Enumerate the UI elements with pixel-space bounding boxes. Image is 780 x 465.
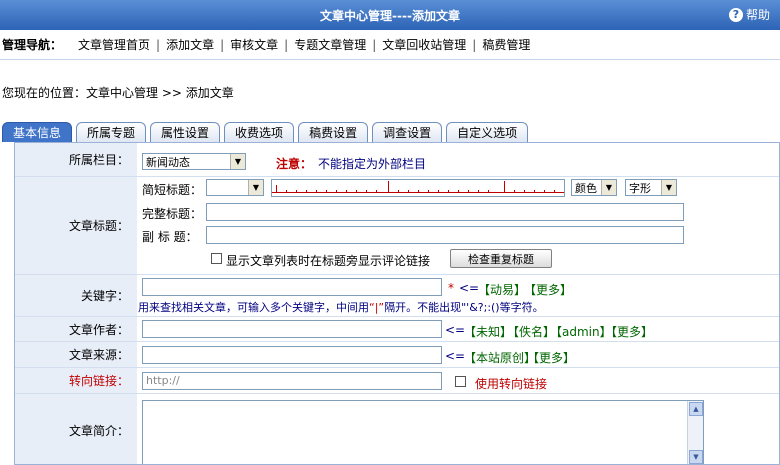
intro-scrollbar[interactable]: ▲ ▼ (687, 401, 703, 464)
author-input[interactable] (142, 320, 442, 338)
category-selected: 新闻动态 (146, 155, 190, 169)
category-select[interactable]: 新闻动态 ▼ (142, 153, 246, 170)
author-link-anonymous[interactable]: 【佚名】 (507, 323, 555, 340)
nav-item-payment[interactable]: 稿费管理 (476, 36, 536, 53)
intro-textarea[interactable]: ▲ ▼ (142, 400, 704, 464)
required-marker: * (448, 281, 454, 295)
title-color-select[interactable]: 颜色 ▼ (571, 179, 617, 196)
form-tabs: 基本信息 所属专题 属性设置 收费选项 稿费设置 调查设置 自定义选项 (2, 122, 529, 142)
category-label: 所属栏目： (15, 143, 137, 176)
keywords-hint: 用来查找相关文章，可输入多个关键字，中间用“|”隔开。不能出现"'&?;:()等… (138, 301, 544, 314)
author-link-admin[interactable]: 【admin】 (550, 323, 612, 340)
check-duplicate-title-button[interactable]: 检查重复标题 (450, 249, 552, 268)
scroll-up-icon[interactable]: ▲ (689, 402, 703, 416)
keyword-link-dongyi[interactable]: 【动易】 (478, 281, 526, 298)
help-link[interactable]: ? 帮助 (728, 6, 770, 23)
nav-label: 管理导航： (2, 38, 63, 52)
full-title-label: 完整标题： (142, 207, 203, 221)
category-row: 所属栏目： 新闻动态 ▼ 注意： 不能指定为外部栏目 (15, 143, 779, 177)
keywords-label: 关键字： (15, 275, 137, 316)
nav-item-add-article[interactable]: 添加文章 (160, 36, 220, 53)
help-label: 帮助 (745, 8, 770, 22)
source-arrow: <= (445, 349, 466, 363)
breadcrumb: 您现在的位置：文章中心管理 >> 添加文章 (2, 86, 234, 100)
author-link-unknown[interactable]: 【未知】 (464, 323, 512, 340)
chevron-down-icon: ▼ (661, 180, 676, 195)
title-label: 文章标题： (15, 177, 137, 274)
keywords-input[interactable] (142, 278, 442, 296)
title-font-select[interactable]: 字形 ▼ (625, 179, 677, 196)
author-link-more[interactable]: 【更多】 (605, 323, 653, 340)
chevron-down-icon: ▼ (601, 180, 616, 195)
tab-survey[interactable]: 调查设置 (372, 122, 443, 142)
title-font-value: 字形 (629, 181, 651, 195)
category-note: 不能指定为外部栏目 (318, 157, 427, 171)
short-title-select[interactable]: ▼ (206, 179, 264, 196)
nav-item-recycle-bin[interactable]: 文章回收站管理 (376, 36, 472, 53)
chevron-down-icon: ▼ (248, 180, 263, 195)
keyword-link-more[interactable]: 【更多】 (524, 281, 572, 298)
intro-label: 文章简介： (15, 394, 137, 464)
title-color-value: 颜色 (575, 181, 597, 195)
chevron-down-icon: ▼ (230, 154, 245, 169)
redirect-label: 转向链接： (15, 368, 137, 393)
use-redirect-label: 使用转向链接 (475, 377, 548, 391)
tab-custom[interactable]: 自定义选项 (446, 122, 529, 142)
author-row: 文章作者： <= 【未知】 【佚名】 【admin】 【更多】 (15, 317, 779, 342)
show-comment-link-checkbox[interactable] (211, 253, 222, 264)
source-link-more[interactable]: 【更多】 (527, 349, 575, 366)
title-row: 文章标题： 简短标题： ▼ 颜色 ▼ 字形 ▼ 完整标题： 副 标 题： 显示文… (15, 177, 779, 275)
keywords-row: 关键字： * <= 【动易】 【更多】 用来查找相关文章，可输入多个关键字，中间… (15, 275, 779, 317)
subtitle-input[interactable] (206, 226, 684, 244)
source-label: 文章来源： (15, 342, 137, 367)
author-label: 文章作者： (15, 317, 137, 341)
tab-topic[interactable]: 所属专题 (76, 122, 147, 142)
tab-attributes[interactable]: 属性设置 (150, 122, 221, 142)
admin-navigation: 管理导航： 文章管理首页 | 添加文章 | 审核文章 | 专题文章管理 | 文章… (0, 30, 780, 60)
redirect-url-input[interactable]: http:// (142, 372, 442, 390)
tab-basic-info[interactable]: 基本信息 (2, 122, 73, 142)
page-title: 文章中心管理----添加文章 (320, 9, 460, 23)
keywords-arrow: <= (459, 281, 480, 295)
intro-row: 文章简介： ▲ ▼ (15, 394, 779, 464)
category-note-prefix: 注意： (276, 157, 313, 171)
nav-item-article-home[interactable]: 文章管理首页 (72, 36, 156, 53)
source-row: 文章来源： <= 【本站原创】 【更多】 (15, 342, 779, 368)
short-title-label: 简短标题： (142, 183, 203, 197)
source-input[interactable] (142, 346, 442, 364)
nav-item-review-article[interactable]: 审核文章 (224, 36, 284, 53)
title-bar: 文章中心管理----添加文章 ? 帮助 (0, 0, 780, 30)
show-comment-link-label: 显示文章列表时在标题旁显示评论链接 (226, 254, 431, 268)
full-title-input[interactable] (206, 203, 684, 221)
title-length-ruler (271, 179, 565, 197)
source-link-original[interactable]: 【本站原创】 (464, 349, 536, 366)
tab-payment[interactable]: 稿费设置 (298, 122, 369, 142)
subtitle-label: 副 标 题： (142, 230, 198, 244)
help-icon: ? (728, 7, 743, 22)
scroll-down-icon[interactable]: ▼ (689, 450, 703, 464)
redirect-row: 转向链接： http:// 使用转向链接 (15, 368, 779, 394)
use-redirect-checkbox[interactable] (455, 376, 466, 387)
article-form: 所属栏目： 新闻动态 ▼ 注意： 不能指定为外部栏目 文章标题： 简短标题： ▼ (14, 142, 780, 465)
tab-charge[interactable]: 收费选项 (224, 122, 295, 142)
nav-item-topic-article[interactable]: 专题文章管理 (288, 36, 372, 53)
author-arrow: <= (445, 323, 466, 337)
